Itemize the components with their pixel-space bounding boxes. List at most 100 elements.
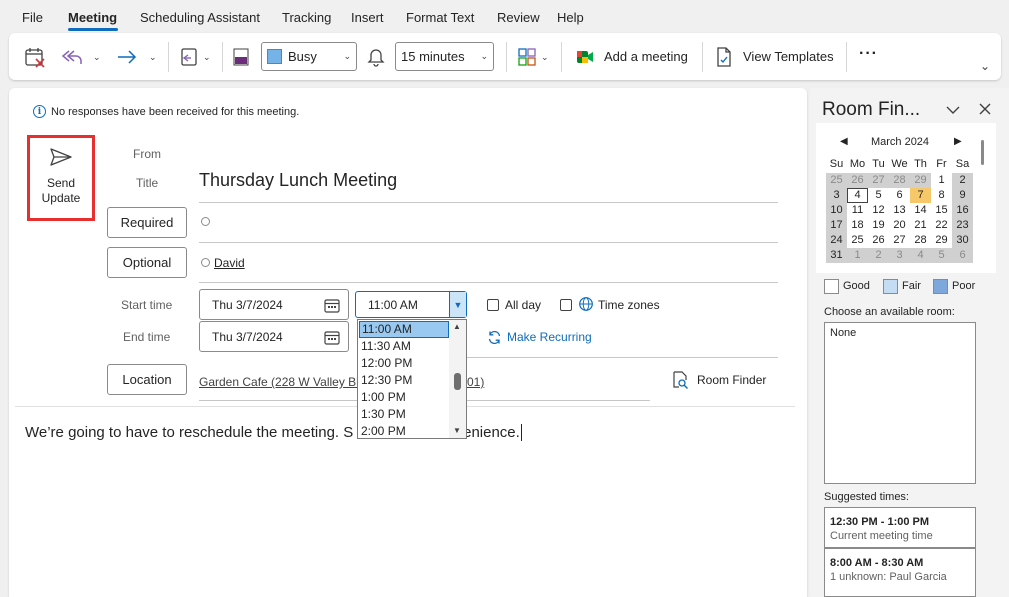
calendar-day[interactable]: 22 — [931, 218, 952, 233]
calendar-day[interactable]: 6 — [952, 248, 973, 263]
room-option[interactable]: None — [830, 327, 856, 339]
chevron-down-icon[interactable]: ⌄ — [203, 52, 211, 63]
response-options-icon[interactable] — [179, 45, 201, 69]
add-a-meeting-button[interactable]: Add a meeting — [604, 49, 688, 64]
tab-format-text[interactable]: Format Text — [406, 10, 474, 25]
next-month-icon[interactable]: ▶ — [954, 136, 962, 147]
all-day-checkbox[interactable] — [487, 299, 499, 311]
calendar-day[interactable]: 2 — [952, 173, 973, 188]
optional-attendee[interactable]: David — [214, 256, 245, 270]
calendar-day[interactable]: 28 — [889, 173, 910, 188]
calendar-icon[interactable] — [324, 298, 340, 313]
time-option[interactable]: 11:30 AM — [359, 338, 449, 355]
calendar-day[interactable]: 17 — [826, 218, 847, 233]
scroll-down-icon[interactable]: ▼ — [453, 426, 461, 435]
calendar-day[interactable]: 3 — [889, 248, 910, 263]
suggested-time-item[interactable]: 12:30 PM - 1:00 PM Current meeting time — [824, 507, 976, 548]
location-value-tail[interactable]: 01) — [467, 375, 484, 389]
calendar-day[interactable]: 12 — [868, 203, 889, 218]
calendar-day[interactable]: 5 — [868, 188, 889, 203]
time-option[interactable]: 2:00 PM — [359, 423, 449, 440]
scroll-thumb[interactable] — [454, 373, 461, 390]
chevron-down-icon[interactable]: ⌄ — [149, 52, 157, 63]
tab-meeting[interactable]: Meeting — [68, 10, 117, 25]
calendar-day[interactable]: 29 — [910, 173, 931, 188]
dropdown-arrow-icon[interactable]: ▼ — [449, 292, 466, 317]
end-date-picker[interactable]: Thu 3/7/2024 — [199, 321, 349, 352]
calendar-day[interactable]: 21 — [910, 218, 931, 233]
chevron-down-icon[interactable]: ⌄ — [541, 52, 549, 63]
view-templates-button[interactable]: View Templates — [743, 49, 834, 64]
show-as-select[interactable]: Busy ⌄ — [261, 42, 357, 71]
time-zones-checkbox[interactable] — [560, 299, 572, 311]
calendar-day[interactable]: 31 — [826, 248, 847, 263]
calendar-day[interactable]: 9 — [952, 188, 973, 203]
calendar-day[interactable]: 23 — [952, 218, 973, 233]
time-option[interactable]: 1:30 PM — [359, 406, 449, 423]
tab-scheduling-assistant[interactable]: Scheduling Assistant — [140, 10, 260, 25]
calendar-day[interactable]: 13 — [889, 203, 910, 218]
calendar-day[interactable]: 7 — [910, 188, 931, 203]
reply-all-icon[interactable] — [59, 45, 85, 69]
calendar-day[interactable]: 25 — [826, 173, 847, 188]
calendar-day[interactable]: 6 — [889, 188, 910, 203]
calendar-day[interactable]: 15 — [931, 203, 952, 218]
calendar-day[interactable]: 27 — [868, 173, 889, 188]
calendar-day[interactable]: 4 — [847, 188, 868, 203]
apps-grid-icon[interactable] — [516, 46, 538, 68]
dropdown-scrollbar[interactable]: ▲ ▼ — [449, 320, 466, 438]
calendar-day[interactable]: 3 — [826, 188, 847, 203]
calendar-icon[interactable] — [324, 330, 340, 345]
calendar-day[interactable]: 27 — [889, 233, 910, 248]
time-dropdown-list[interactable]: 11:00 AM 11:30 AM 12:00 PM 12:30 PM 1:00… — [357, 319, 467, 439]
room-finder-button[interactable]: Room Finder — [697, 373, 766, 387]
scroll-up-icon[interactable]: ▲ — [453, 322, 461, 331]
calendar-day[interactable]: 25 — [847, 233, 868, 248]
chevron-down-icon[interactable] — [946, 105, 960, 115]
make-recurring-link[interactable]: Make Recurring — [507, 330, 592, 344]
calendar-day[interactable]: 5 — [931, 248, 952, 263]
time-option[interactable]: 1:00 PM — [359, 389, 449, 406]
calendar-day[interactable]: 11 — [847, 203, 868, 218]
calendar-day[interactable]: 26 — [868, 233, 889, 248]
start-date-picker[interactable]: Thu 3/7/2024 — [199, 289, 349, 320]
collapse-ribbon-icon[interactable]: ⌄ — [980, 59, 990, 73]
calendar-day[interactable]: 16 — [952, 203, 973, 218]
location-value[interactable]: Garden Cafe (228 W Valley Blvd — [199, 375, 372, 389]
room-finder-scrollbar[interactable] — [981, 140, 984, 165]
tab-review[interactable]: Review — [497, 10, 540, 25]
tab-insert[interactable]: Insert — [351, 10, 384, 25]
calendar-day[interactable]: 18 — [847, 218, 868, 233]
calendar-day[interactable]: 10 — [826, 203, 847, 218]
time-option[interactable]: 12:30 PM — [359, 372, 449, 389]
optional-button[interactable]: Optional — [107, 247, 187, 278]
calendar-day[interactable]: 4 — [910, 248, 931, 263]
tab-help[interactable]: Help — [557, 10, 584, 25]
calendar-day[interactable]: 29 — [931, 233, 952, 248]
room-list[interactable]: None — [824, 322, 976, 484]
start-time-select[interactable]: 11:00 AM ▼ — [355, 291, 467, 318]
send-update-button[interactable]: Send Update — [27, 135, 95, 221]
calendar-day[interactable]: 8 — [931, 188, 952, 203]
location-button[interactable]: Location — [107, 364, 187, 395]
required-button[interactable]: Required — [107, 207, 187, 238]
calendar-day[interactable]: 24 — [826, 233, 847, 248]
cancel-meeting-icon[interactable] — [23, 46, 47, 68]
calendar-day[interactable]: 14 — [910, 203, 931, 218]
tab-file[interactable]: File — [22, 10, 43, 25]
calendar-day[interactable]: 1 — [847, 248, 868, 263]
tab-tracking[interactable]: Tracking — [282, 10, 331, 25]
title-input[interactable]: Thursday Lunch Meeting — [199, 170, 397, 191]
close-icon[interactable] — [979, 103, 991, 115]
chevron-down-icon[interactable]: ⌄ — [93, 52, 101, 63]
time-option[interactable]: 11:00 AM — [359, 321, 449, 338]
calendar-day[interactable]: 20 — [889, 218, 910, 233]
suggested-time-item[interactable]: 8:00 AM - 8:30 AM 1 unknown: Paul Garcia — [824, 548, 976, 597]
calendar-day[interactable]: 1 — [931, 173, 952, 188]
reminder-select[interactable]: 15 minutes ⌄ — [395, 42, 494, 71]
calendar-day[interactable]: 2 — [868, 248, 889, 263]
forward-icon[interactable] — [115, 45, 139, 69]
more-options-button[interactable]: ··· — [859, 45, 878, 63]
time-option[interactable]: 12:00 PM — [359, 355, 449, 372]
calendar-day[interactable]: 26 — [847, 173, 868, 188]
